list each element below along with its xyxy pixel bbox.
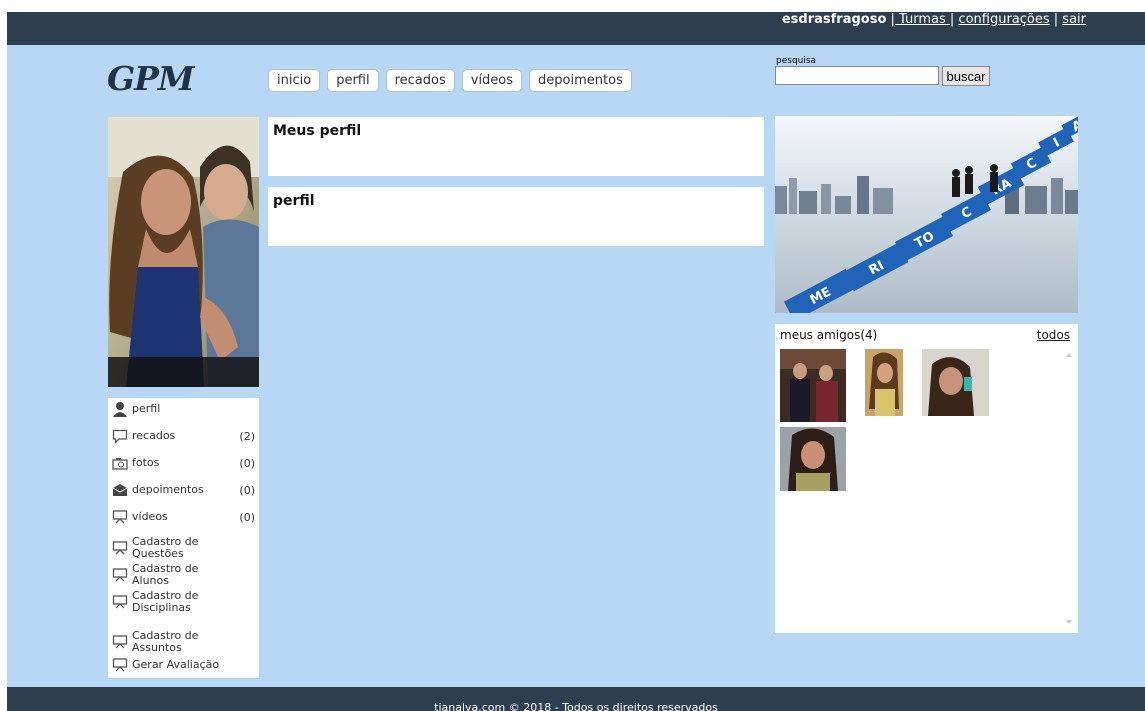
tab-perfil[interactable]: perfil <box>327 69 379 92</box>
sidebar-item[interactable]: perfil <box>112 401 255 417</box>
friend-photo[interactable] <box>780 349 846 422</box>
sidebar-item-label: Gerar Avaliação <box>132 658 220 671</box>
gpm-logo[interactable]: GPM <box>107 59 195 98</box>
username: esdrasfragoso <box>781 12 887 27</box>
user-nav: esdrasfragoso | Turmas | configurações |… <box>781 12 1086 27</box>
user-icon <box>112 401 128 417</box>
sidebar-item-label: Cadastro de Disciplinas <box>132 589 199 614</box>
sidebar-item-count: (0) <box>239 510 255 524</box>
sidebar-item-label: Cadastro de Alunos <box>132 562 199 587</box>
panel-title: perfil <box>273 193 315 209</box>
sidebar-item-count: (2) <box>239 429 255 443</box>
presentation-icon <box>112 657 128 673</box>
sidebar-item-count: (0) <box>239 456 255 470</box>
meus-perfil-panel: Meus perfil <box>268 117 764 176</box>
sidebar-item[interactable]: recados (2) <box>112 428 255 445</box>
configuracoes-link[interactable]: configurações <box>958 12 1049 27</box>
presentation-icon <box>112 634 128 650</box>
sidebar-menu: perfil recados (2) fotos (0) depoimentos (0) ví… <box>108 398 259 678</box>
page: esdrasfragoso | Turmas | configurações |… <box>7 12 1145 711</box>
sidebar-item[interactable]: vídeos (0) <box>112 509 255 525</box>
friend-photo[interactable] <box>865 349 903 416</box>
sidebar-item[interactable]: fotos (0) <box>112 455 255 471</box>
presentation-icon <box>112 509 128 525</box>
friend-photo[interactable] <box>780 427 846 491</box>
top-bar: esdrasfragoso | Turmas | configurações |… <box>7 12 1145 45</box>
sidebar-item[interactable]: Cadastro de Questões <box>112 536 255 560</box>
all-friends-link[interactable]: todos <box>1037 328 1070 342</box>
presentation-icon <box>112 540 128 556</box>
tab-recados[interactable]: recados <box>385 69 455 92</box>
presentation-icon <box>112 567 128 583</box>
tab-inicio[interactable]: inicio <box>268 69 321 92</box>
camera-icon <box>112 455 128 471</box>
sidebar-item-label: vídeos <box>132 510 168 523</box>
sidebar-item-label: fotos <box>132 456 160 469</box>
sidebar-item[interactable]: Cadastro de Disciplinas <box>112 590 255 614</box>
sidebar-item-label: recados <box>132 429 176 442</box>
friend-photo[interactable] <box>922 349 989 416</box>
envelope-icon <box>112 482 128 498</box>
friends-scrollbar[interactable] <box>1064 348 1074 630</box>
speech-bubble-icon <box>112 428 128 445</box>
tab-videos[interactable]: vídeos <box>461 69 523 92</box>
tab-depoimentos[interactable]: depoimentos <box>529 69 632 92</box>
sair-link[interactable]: sair <box>1062 12 1086 27</box>
footer: tianalva.com © 2018 - Todos os direitos … <box>7 687 1145 711</box>
sidebar-item-label: depoimentos <box>132 483 204 496</box>
sidebar-item[interactable]: Cadastro de Assuntos <box>112 630 255 654</box>
profile-photo[interactable] <box>108 117 259 387</box>
search-label: pesquisa <box>776 56 817 66</box>
sidebar-item-count: (0) <box>239 483 255 497</box>
sidebar-item-label: Cadastro de Assuntos <box>132 629 199 654</box>
search-button[interactable]: buscar <box>942 66 990 86</box>
friends-box: meus amigos(4) todos <box>775 324 1078 633</box>
sidebar-item-label: Cadastro de Questões <box>132 535 199 560</box>
panel-title: Meus perfil <box>273 123 362 139</box>
search-input[interactable] <box>775 66 939 85</box>
perfil-panel: perfil <box>268 187 764 246</box>
friends-title: meus amigos(4) <box>780 328 878 342</box>
sidebar-item[interactable]: depoimentos (0) <box>112 482 255 498</box>
main-tabs: inicio perfil recados vídeos depoimentos <box>268 69 632 92</box>
sidebar-item[interactable]: Cadastro de Alunos <box>112 563 255 587</box>
turmas-link[interactable]: Turmas <box>895 12 950 27</box>
sidebar-item[interactable]: Gerar Avaliação <box>112 657 255 673</box>
meritocracia-banner: ME RI TO C RA C I A <box>775 116 1078 313</box>
presentation-icon <box>112 594 128 610</box>
sidebar-item-label: perfil <box>132 402 161 415</box>
